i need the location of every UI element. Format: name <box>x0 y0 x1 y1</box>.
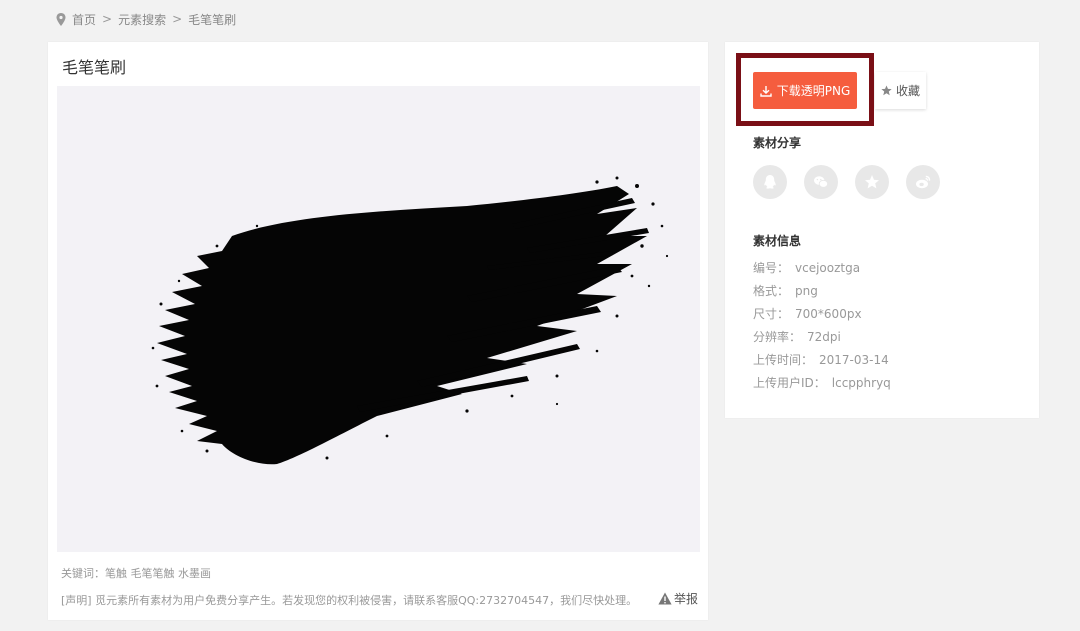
brush-stroke-image <box>151 176 669 465</box>
info-label: 尺寸： <box>753 307 790 321</box>
qq-icon[interactable] <box>753 165 787 199</box>
info-row-resolution: 分辨率： 72dpi <box>753 328 891 351</box>
keywords: 关键词：笔触 毛笔笔触 水墨画 <box>61 565 211 581</box>
weibo-icon[interactable] <box>906 165 940 199</box>
info-row-uploader: 上传用户ID： lccpphryq <box>753 374 891 397</box>
info-value: lccpphryq <box>831 376 891 390</box>
qzone-icon[interactable] <box>855 165 889 199</box>
info-row-size: 尺寸： 700*600px <box>753 305 891 328</box>
report-button[interactable]: 举报 <box>657 590 698 607</box>
favorite-button[interactable]: 收藏 <box>875 72 926 109</box>
breadcrumb-current: 毛笔笔刷 <box>188 12 237 27</box>
breadcrumb-home[interactable]: 首页 <box>72 11 96 28</box>
download-icon <box>760 85 772 97</box>
keyword-tag[interactable]: 笔触 <box>105 567 127 580</box>
breadcrumb: 首页 > 元素搜索 > 毛笔笔刷 <box>56 10 236 28</box>
detail-panel: 毛笔笔刷 关键词：笔触 毛笔笔触 水墨画 [声明] 觅元素所有素材为用户免费分享… <box>48 42 708 620</box>
info-title: 素材信息 <box>753 234 802 248</box>
info-row-id: 编号： vcejooztga <box>753 259 891 282</box>
page-title: 毛笔笔刷 <box>62 58 127 77</box>
download-png-button[interactable]: 下载透明PNG <box>753 72 857 109</box>
info-row-format: 格式： png <box>753 282 891 305</box>
info-row-upload-time: 上传时间： 2017-03-14 <box>753 351 891 374</box>
info-label: 分辨率： <box>753 330 802 344</box>
location-pin-icon <box>56 12 66 26</box>
info-value: 700*600px <box>795 307 862 321</box>
info-label: 上传时间： <box>753 353 814 367</box>
info-label: 上传用户ID： <box>753 376 826 390</box>
star-icon <box>881 85 892 96</box>
breadcrumb-separator: > <box>102 12 113 26</box>
info-value: 2017-03-14 <box>819 353 889 367</box>
share-buttons <box>753 165 940 199</box>
keywords-label: 关键词： <box>61 567 105 580</box>
download-label: 下载透明PNG <box>776 84 851 98</box>
share-title: 素材分享 <box>753 136 802 150</box>
favorite-label: 收藏 <box>895 84 920 98</box>
copyright-statement: [声明] 觅元素所有素材为用户免费分享产生。若发现您的权利被侵害，请联系客服QQ… <box>61 594 638 607</box>
info-list: 编号： vcejooztga 格式： png 尺寸： 700*600px 分辨率： 72… <box>753 259 891 397</box>
keyword-tag[interactable]: 毛笔笔触 <box>131 567 175 580</box>
wechat-icon[interactable] <box>804 165 838 199</box>
breadcrumb-separator: > <box>172 12 183 26</box>
info-value: png <box>795 284 818 298</box>
keyword-tag[interactable]: 水墨画 <box>178 567 211 580</box>
breadcrumb-search[interactable]: 元素搜索 <box>118 11 166 28</box>
info-value: vcejooztga <box>795 261 861 275</box>
info-label: 格式： <box>753 284 790 298</box>
info-panel: 下载透明PNG 收藏 素材分享 素材信息 编号： vcejooztga 格式： pn… <box>725 42 1039 418</box>
info-label: 编号： <box>753 261 790 275</box>
info-value: 72dpi <box>807 330 841 344</box>
warning-icon <box>658 592 672 605</box>
preview-image <box>57 86 700 552</box>
report-label: 举报 <box>673 592 698 606</box>
